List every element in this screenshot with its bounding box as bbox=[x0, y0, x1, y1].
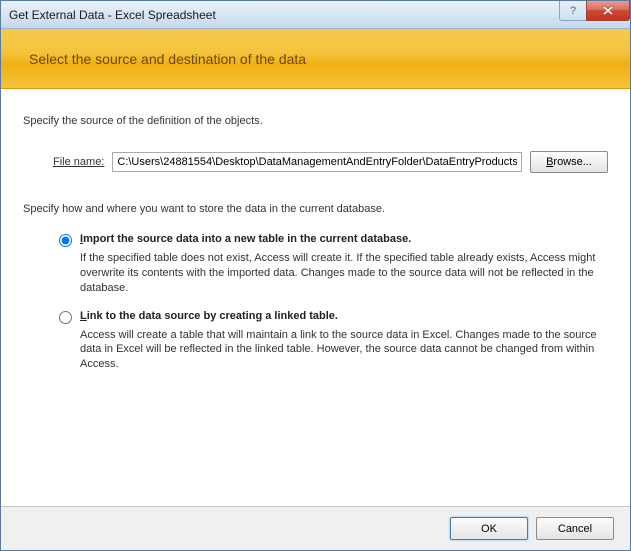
dialog-window: Get External Data - Excel Spreadsheet ? … bbox=[0, 0, 631, 551]
radio-link-row[interactable]: Link to the data source by creating a li… bbox=[59, 310, 608, 324]
specify-store-text: Specify how and where you want to store … bbox=[23, 203, 608, 215]
radio-link-description: Access will create a table that will mai… bbox=[80, 328, 608, 373]
window-title: Get External Data - Excel Spreadsheet bbox=[9, 8, 559, 22]
file-row: File name: Browse... bbox=[23, 151, 608, 173]
radio-import[interactable] bbox=[59, 234, 72, 247]
ok-button[interactable]: OK bbox=[450, 517, 528, 540]
radio-link-label: Link to the data source by creating a li… bbox=[80, 310, 338, 322]
radio-import-description: If the specified table does not exist, A… bbox=[80, 251, 608, 296]
titlebar-buttons: ? bbox=[559, 1, 630, 28]
banner-heading: Select the source and destination of the… bbox=[29, 51, 306, 67]
file-name-input[interactable] bbox=[112, 152, 522, 172]
footer: OK Cancel bbox=[1, 506, 630, 550]
radio-link[interactable] bbox=[59, 311, 72, 324]
radio-import-label: Import the source data into a new table … bbox=[80, 233, 411, 245]
specify-source-text: Specify the source of the definition of … bbox=[23, 115, 608, 127]
banner: Select the source and destination of the… bbox=[1, 29, 630, 89]
browse-button[interactable]: Browse... bbox=[530, 151, 608, 173]
close-button[interactable] bbox=[586, 1, 630, 21]
option-link: Link to the data source by creating a li… bbox=[59, 310, 608, 373]
help-icon: ? bbox=[570, 5, 576, 17]
titlebar: Get External Data - Excel Spreadsheet ? bbox=[1, 1, 630, 29]
option-import: Import the source data into a new table … bbox=[59, 233, 608, 296]
close-icon bbox=[603, 6, 613, 15]
content-area: Specify the source of the definition of … bbox=[1, 89, 630, 506]
radio-import-row[interactable]: Import the source data into a new table … bbox=[59, 233, 608, 247]
help-button[interactable]: ? bbox=[559, 1, 587, 21]
file-name-label: File name: bbox=[53, 156, 104, 168]
cancel-button[interactable]: Cancel bbox=[536, 517, 614, 540]
